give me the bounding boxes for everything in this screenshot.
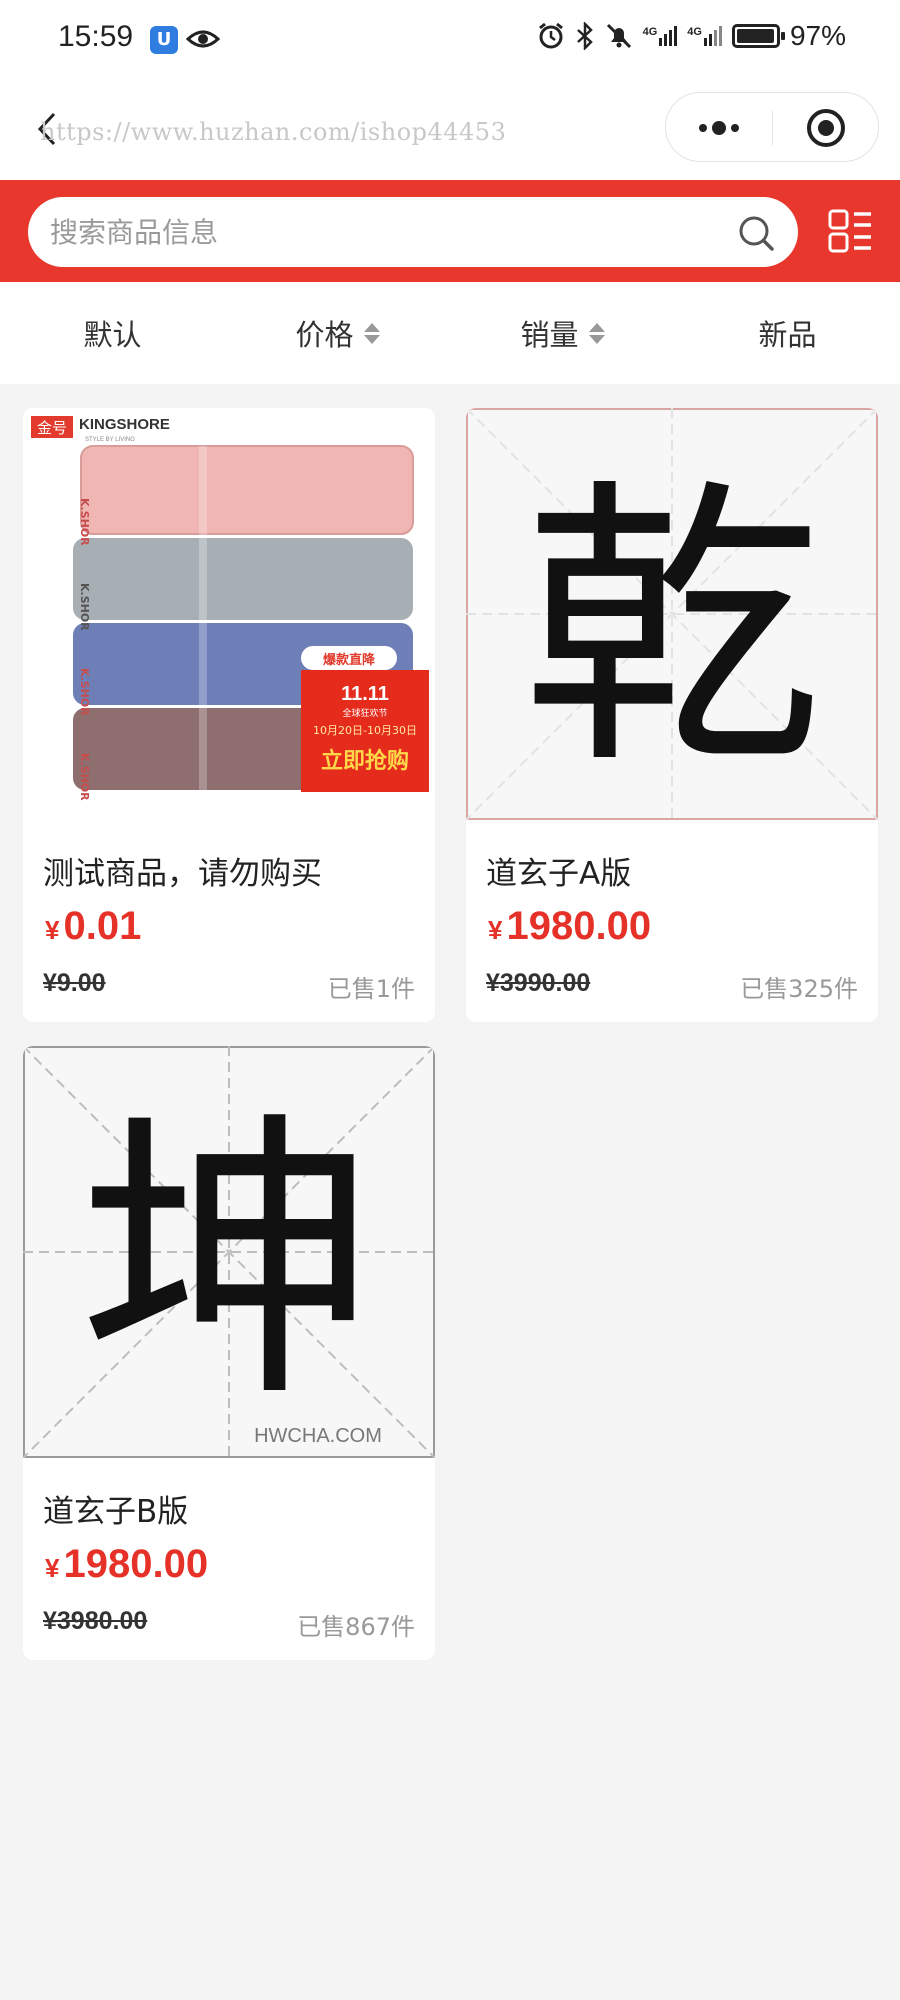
product-price: ¥0.01 [45,904,141,949]
sort-tab-default[interactable]: 默认 [0,282,225,384]
currency-symbol: ¥ [488,915,503,945]
close-mini-program-button[interactable] [773,93,879,163]
more-dots-icon [699,121,739,135]
more-menu-button[interactable] [666,93,772,163]
sort-arrows-icon [588,322,605,344]
battery-fill [736,29,774,43]
promo-title: 11.11 [341,683,389,705]
network-label-b: 4G [687,26,702,38]
original-price: ¥3980.00 [43,1607,148,1635]
product-price: ¥1980.00 [488,904,651,949]
promo-dates: 10月20日-10月30日 [313,724,417,737]
status-time: 15:59 [58,20,134,53]
nav-bar: https://www.huzhan.com/ishop44453 [0,80,900,180]
search-icon[interactable] [736,213,776,253]
search-input[interactable] [50,197,730,267]
signal-4g-b: 4G [687,26,722,46]
sort-tab-sales[interactable]: 销量 [450,282,675,384]
promo-subtitle: 全球狂欢节 [342,707,387,719]
product-title: 道玄子A版 [486,856,632,892]
status-bar: 15:59 U 4G 4G 97% [0,0,900,80]
currency-symbol: ¥ [45,1553,60,1583]
eye-icon [186,30,220,48]
price-amount: 1980.00 [63,1542,209,1586]
battery-icon [731,24,785,48]
price-amount: 0.01 [63,904,142,948]
watermark-url: https://www.huzhan.com/ishop44453 [40,118,507,146]
product-card[interactable]: 金号 KINGSHORE STYLE BY LIVING K.SHOR K.SH… [23,408,435,1022]
price-amount: 1980.00 [506,904,652,948]
product-image-towels: 金号 KINGSHORE STYLE BY LIVING K.SHOR K.SH… [23,408,435,820]
towel-side-text: K.SHOR [78,583,91,631]
calligraphy-glyph: 乾 [522,455,822,804]
product-image-qian: 乾 [466,408,878,820]
brand-badge: 金号 [37,419,67,437]
product-title: 道玄子B版 [43,1494,189,1530]
original-price: ¥3990.00 [486,969,591,997]
target-close-icon [807,109,845,147]
battery-percent: 97% [789,20,846,51]
sort-tab-label: 默认 [83,318,142,352]
notification-app-icon: U [150,26,178,54]
towel-side-text: K.SHOR [78,668,91,716]
brand-tagline: STYLE BY LIVING [85,437,135,443]
mini-program-capsule [665,92,879,162]
sort-tab-label: 价格 [295,318,354,352]
towel-side-text: K.SHOR [78,498,91,546]
towel-side-text: K.SHOR [78,753,91,801]
sold-count: 已售867件 [297,1613,415,1641]
signal-4g-a: 4G [643,26,678,46]
promo-cta: 立即抢购 [321,748,409,774]
sold-count: 已售325件 [740,975,858,1003]
sort-arrows-icon [363,322,380,344]
sort-tab-price[interactable]: 价格 [225,282,450,384]
network-label-a: 4G [642,26,658,38]
product-card[interactable]: 坤 HWCHA.COM 道玄子B版 ¥1980.00 ¥3980.00 已售86… [23,1046,435,1660]
sold-count: 已售1件 [327,975,415,1003]
alarm-icon [538,22,563,49]
currency-symbol: ¥ [45,915,60,945]
sort-tab-new[interactable]: 新品 [675,282,900,384]
sort-bar: 默认 价格 销量 新品 [0,282,900,384]
promo-tag: 爆款直降 [323,652,376,668]
product-image-kun: 坤 HWCHA.COM [23,1046,435,1458]
calligraphy-glyph: 坤 [79,1088,379,1437]
search-bar [0,180,900,282]
sort-tab-label: 销量 [520,318,579,352]
image-watermark: HWCHA.COM [254,1425,382,1447]
search-box [28,197,798,267]
product-title: 测试商品，请勿购买 [43,856,322,892]
status-icons: 4G 4G 97% [537,20,846,52]
original-price: ¥9.00 [43,969,106,997]
mute-bell-icon [606,23,631,49]
product-card[interactable]: 乾 道玄子A版 ¥1980.00 ¥3990.00 已售325件 [466,408,878,1022]
brand-name: KINGSHORE [79,416,170,433]
product-price: ¥1980.00 [45,1542,208,1587]
bluetooth-icon [576,22,593,50]
layout-toggle-icon[interactable] [825,206,875,256]
sort-tab-label: 新品 [758,318,817,352]
